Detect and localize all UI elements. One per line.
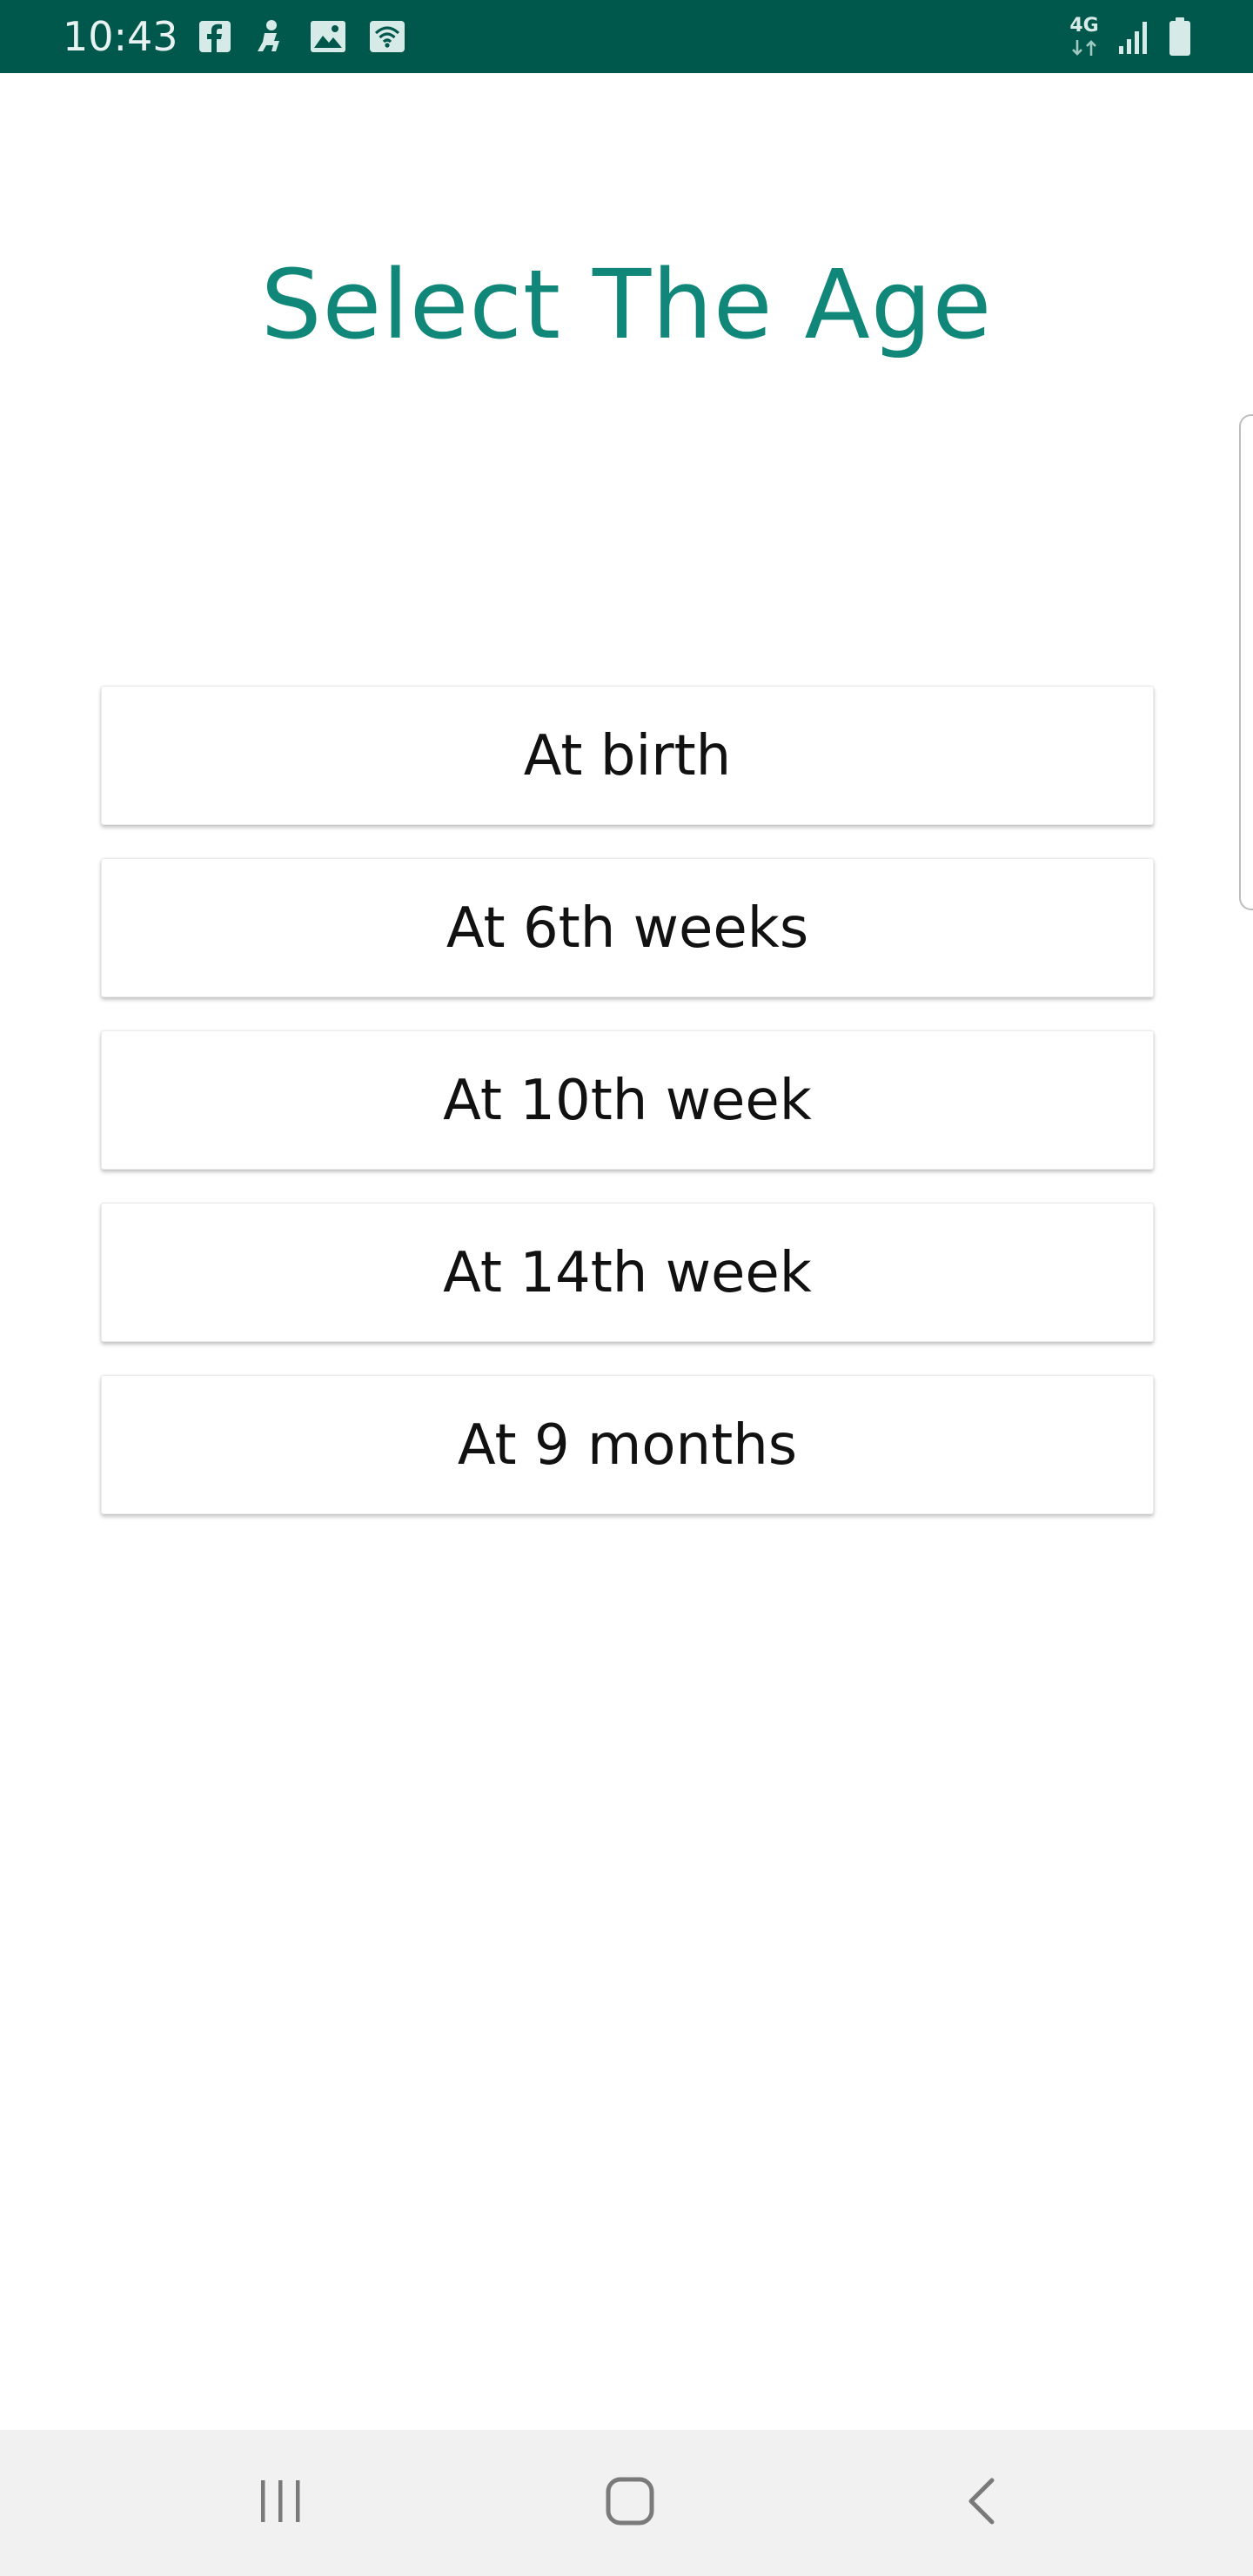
status-notification-icons — [198, 17, 405, 56]
age-option-9-months[interactable]: At 9 months — [101, 1375, 1154, 1514]
network-type-label: 4G — [1069, 15, 1099, 37]
wifi-calling-icon — [369, 20, 405, 53]
status-time: 10:43 — [63, 13, 178, 60]
age-option-list: At birth At 6th weeks At 10th week At 14… — [101, 686, 1154, 1547]
navigation-bar — [0, 2430, 1253, 2576]
gallery-icon — [310, 20, 346, 53]
age-option-14th-week[interactable]: At 14th week — [101, 1203, 1154, 1342]
back-icon[interactable] — [964, 2475, 999, 2527]
age-option-10th-week[interactable]: At 10th week — [101, 1030, 1154, 1170]
edge-panel-handle[interactable] — [1239, 414, 1253, 910]
signal-icon — [1117, 18, 1152, 55]
4g-data-icon: 4G — [1067, 16, 1102, 57]
notification-figure-icon — [254, 19, 287, 54]
status-system-icons: 4G — [1067, 16, 1192, 57]
age-option-at-birth[interactable]: At birth — [101, 686, 1154, 825]
home-icon[interactable] — [604, 2475, 656, 2527]
page-title: Select The Age — [260, 249, 993, 360]
status-bar: 10:43 4G — [0, 0, 1253, 73]
age-option-6th-weeks[interactable]: At 6th weeks — [101, 858, 1154, 997]
battery-icon — [1168, 17, 1192, 57]
recents-icon[interactable] — [257, 2477, 305, 2526]
facebook-icon — [198, 20, 231, 53]
